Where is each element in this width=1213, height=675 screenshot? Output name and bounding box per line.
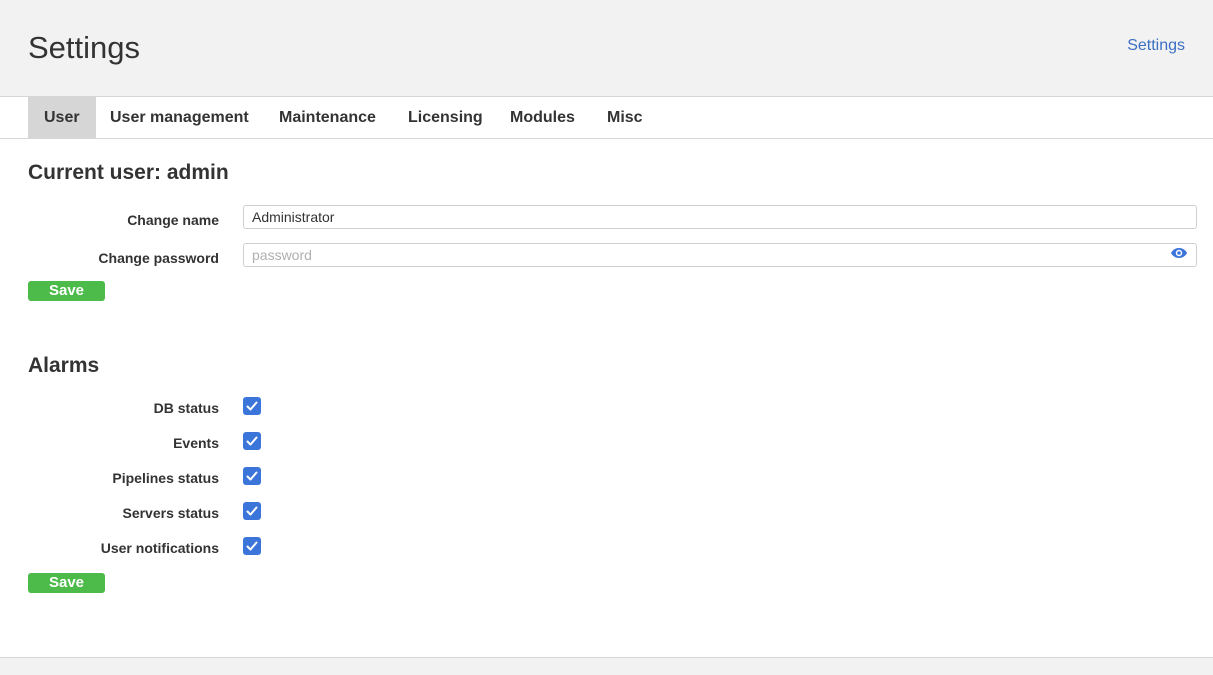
change-name-label: Change name — [127, 212, 219, 228]
tab-maintenance[interactable]: Maintenance — [263, 97, 392, 138]
alarms-heading: Alarms — [28, 354, 100, 377]
alarm-pipelines-status-checkbox[interactable] — [243, 467, 261, 485]
page-header: Settings Settings — [0, 0, 1213, 97]
alarm-db-status-label: DB status — [153, 400, 219, 416]
checkmark-icon — [246, 401, 258, 411]
eye-icon[interactable] — [1170, 246, 1190, 262]
change-name-input[interactable] — [243, 205, 1197, 229]
current-user-heading: Current user: admin — [28, 161, 229, 184]
save-user-button[interactable]: Save — [28, 281, 105, 301]
alarm-db-status-checkbox[interactable] — [243, 397, 261, 415]
checkmark-icon — [246, 436, 258, 446]
change-password-input[interactable] — [243, 243, 1197, 267]
alarm-user-notifications-checkbox[interactable] — [243, 537, 261, 555]
tab-misc[interactable]: Misc — [591, 97, 659, 138]
checkmark-icon — [246, 471, 258, 481]
alarm-servers-status-checkbox[interactable] — [243, 502, 261, 520]
tab-licensing[interactable]: Licensing — [392, 97, 499, 138]
page-title: Settings — [28, 30, 141, 65]
checkmark-icon — [246, 506, 258, 516]
alarm-events-checkbox[interactable] — [243, 432, 261, 450]
change-password-label: Change password — [98, 250, 219, 266]
alarm-servers-status-label: Servers status — [122, 505, 219, 521]
checkmark-icon — [246, 541, 258, 551]
save-alarms-button[interactable]: Save — [28, 573, 105, 593]
alarm-pipelines-status-label: Pipelines status — [112, 470, 219, 486]
alarm-user-notifications-label: User notifications — [100, 540, 219, 556]
settings-tabs: User User management Maintenance Licensi… — [0, 97, 1213, 139]
tab-user-management[interactable]: User management — [94, 97, 265, 138]
alarm-events-label: Events — [173, 435, 219, 451]
tab-modules[interactable]: Modules — [494, 97, 591, 138]
page-footer — [0, 657, 1213, 675]
breadcrumb-settings-link[interactable]: Settings — [1127, 37, 1185, 55]
tab-user[interactable]: User — [28, 97, 96, 138]
